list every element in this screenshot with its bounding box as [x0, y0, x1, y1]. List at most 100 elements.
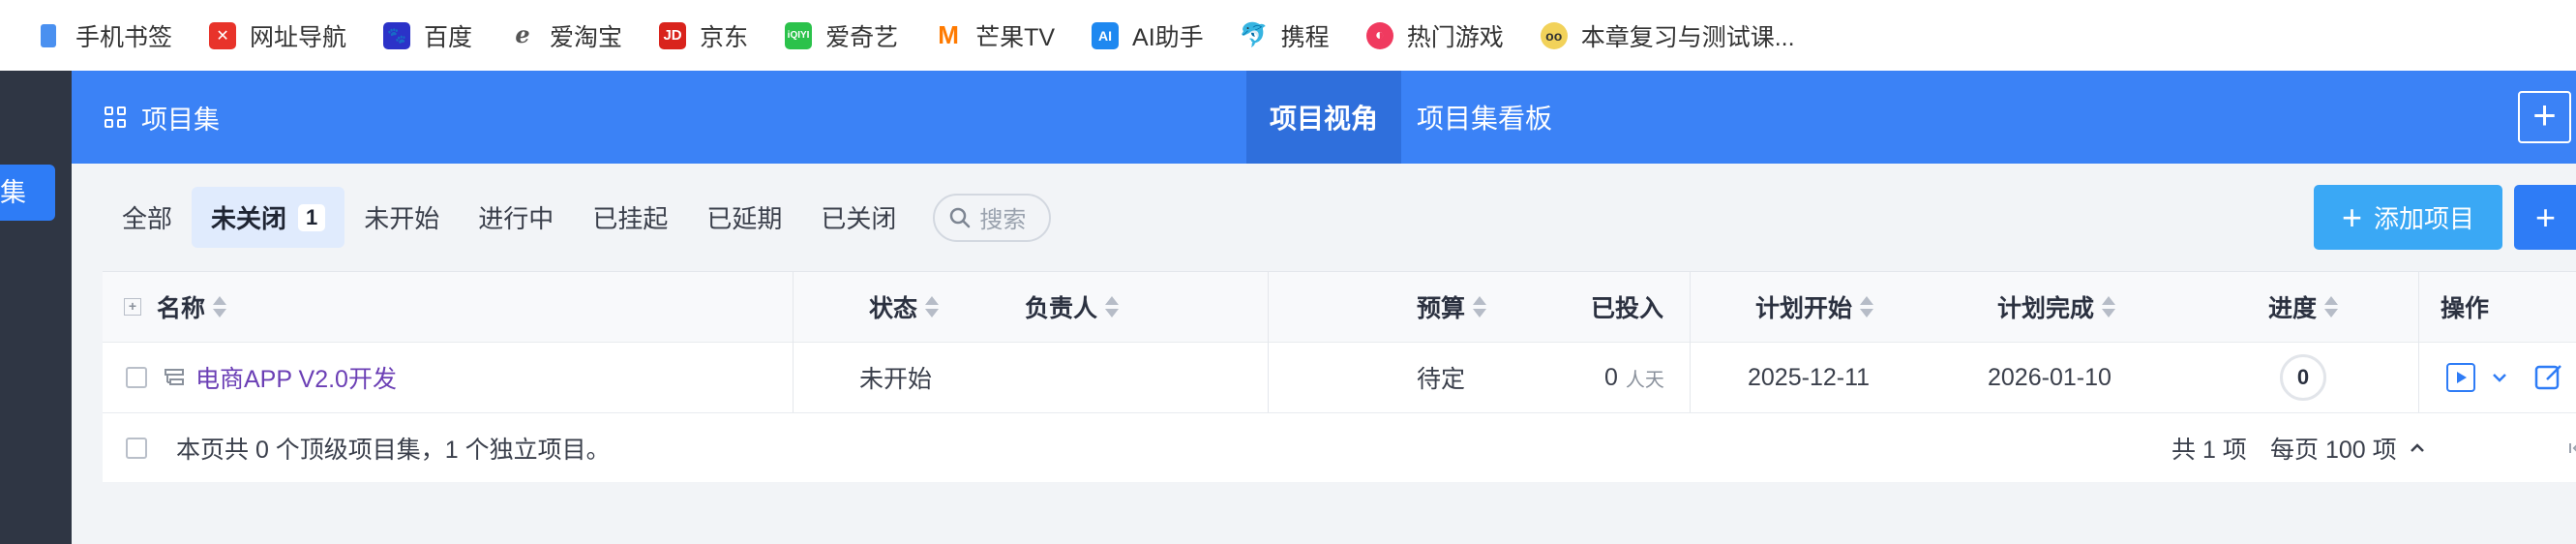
filter-all[interactable]: 全部 [103, 187, 192, 248]
bookmark-label: 携程 [1280, 23, 1330, 51]
bookmark-baidu[interactable]: 🐾 百度 [383, 0, 472, 71]
bookmark-mobile[interactable]: 手机书签 [35, 0, 172, 71]
progress-circle: 0 [2280, 354, 2326, 401]
bookmark-course[interactable]: oo 本章复习与测试课... [1540, 0, 1795, 71]
edit-button[interactable] [2533, 343, 2564, 412]
column-ops: 操作 [2441, 272, 2489, 342]
table-footer: 本页共 0 个顶级项目集，1 个独立项目。 共 1 项 每页 100 项 1 [103, 413, 2576, 483]
bookmark-mango[interactable]: M 芒果TV [935, 0, 1055, 71]
invested-value: 0 [1604, 363, 1618, 391]
bookmark-ai[interactable]: AI AI助手 [1092, 0, 1204, 71]
more-actions-dropdown[interactable] [2491, 343, 2508, 412]
sort-icon [1473, 295, 1487, 318]
header-label: 计划开始 [1755, 295, 1853, 322]
taobao-icon: ℯ [509, 21, 537, 49]
filter-label: 已关闭 [821, 204, 897, 233]
ai-assistant-icon: AI [1092, 21, 1120, 49]
filter-label: 全部 [122, 204, 173, 233]
filter-suspended[interactable]: 已挂起 [573, 187, 687, 248]
filter-unclosed[interactable]: 未关闭 1 [192, 187, 345, 248]
header-label: 已投入 [1591, 295, 1664, 322]
column-budget[interactable]: 预算 [1417, 272, 1487, 342]
project-plan-end: 2026-01-10 [1988, 363, 2112, 391]
page-title-label: 项目集 [141, 105, 220, 135]
plus-icon: + [2341, 196, 2362, 237]
filter-tabs: 全部 未关闭 1 未开始 进行中 已挂起 已延期 已关闭 搜索 [103, 187, 1052, 248]
project-invested: 0 人天 [1604, 343, 1664, 412]
search-icon [950, 207, 971, 227]
count-badge: 1 [298, 203, 326, 231]
sort-icon [2324, 295, 2339, 318]
select-all-checkbox[interactable] [126, 413, 147, 483]
sort-icon [925, 295, 940, 318]
column-plan-start[interactable]: 计划开始 [1755, 272, 1874, 342]
bookmark-label: 爱淘宝 [550, 23, 623, 51]
bookmark-games[interactable]: ◐ 热门游戏 [1365, 0, 1504, 71]
bookmark-label: 爱奇艺 [825, 23, 899, 51]
add-project-button[interactable]: + 添加项目 [2314, 185, 2502, 250]
bookmark-label: 芒果TV [975, 23, 1056, 51]
owl-icon: oo [1540, 21, 1568, 49]
filter-closed[interactable]: 已关闭 [801, 187, 915, 248]
nav-icon: ✕ [209, 21, 237, 49]
column-status[interactable]: 状态 [869, 272, 940, 342]
column-owner[interactable]: 负责人 [1025, 272, 1120, 342]
header-label: 负责人 [1025, 295, 1098, 322]
header-label: 名称 [157, 295, 206, 322]
project-plan-start: 2025-12-11 [1748, 363, 1871, 391]
page-title[interactable]: 项目集 [105, 71, 220, 164]
filter-delayed[interactable]: 已延期 [687, 187, 801, 248]
bookmark-jd[interactable]: JD 京东 [659, 0, 748, 71]
progress-indicator: 0 [2280, 343, 2326, 412]
tab-program-board[interactable]: 项目集看板 [1401, 71, 1568, 164]
sidebar: 集 [0, 71, 72, 544]
filter-in-progress[interactable]: 进行中 [459, 187, 573, 248]
bookmark-iqiyi[interactable]: iQIYI 爱奇艺 [785, 0, 898, 71]
column-invested: 已投入 [1591, 272, 1663, 342]
tab-project-view[interactable]: 项目视角 [1246, 71, 1401, 164]
iqiyi-icon: iQIYI [785, 21, 813, 49]
project-status: 未开始 [859, 366, 933, 393]
table-row[interactable]: 电商APP V2.0开发 未开始 待定 0 人天 2025-12-11 2026… [103, 343, 2576, 413]
tab-label: 项目集看板 [1416, 104, 1552, 134]
jd-icon: JD [659, 21, 687, 49]
bookmark-ctrip[interactable]: 🐬 携程 [1239, 0, 1330, 71]
first-page-button[interactable] [2566, 413, 2576, 483]
checkbox-icon [126, 367, 147, 388]
project-table: + 名称 状态 负责人 预算 已投入 计划开始 计划完成 进度 操作 电商APP… [103, 271, 2576, 482]
bookmark-label: 网址导航 [250, 23, 347, 51]
search-input[interactable]: 搜索 [933, 193, 1052, 242]
expand-all-icon[interactable]: + [124, 272, 141, 342]
project-name-link[interactable]: 电商APP V2.0开发 [195, 343, 397, 412]
filter-label: 未关闭 [211, 204, 287, 233]
bookmark-nav[interactable]: ✕ 网址导航 [209, 0, 346, 71]
ctrip-icon: 🐬 [1239, 21, 1269, 49]
bookmark-label: 百度 [424, 23, 473, 51]
play-icon [2446, 363, 2475, 392]
header-label: 计划完成 [1997, 295, 2095, 322]
page-summary: 本页共 0 个顶级项目集，1 个独立项目。 [176, 437, 611, 464]
game-icon: ◐ [1365, 21, 1393, 49]
column-progress[interactable]: 进度 [2268, 272, 2339, 342]
top-navigation: 项目集 项目视角 项目集看板 + [72, 71, 2576, 164]
bookmark-label: AI助手 [1132, 23, 1204, 51]
filter-label: 未开始 [364, 204, 440, 233]
row-checkbox[interactable] [126, 343, 147, 412]
bookmark-label: 本章复习与测试课... [1580, 23, 1795, 51]
header-label: 操作 [2441, 295, 2490, 322]
create-more-button[interactable]: + [2514, 185, 2576, 250]
table-header: + 名称 状态 负责人 预算 已投入 计划开始 计划完成 进度 操作 [103, 272, 2576, 343]
bookmark-taobao[interactable]: ℯ 爱淘宝 [509, 0, 622, 71]
start-project-button[interactable] [2446, 343, 2475, 412]
bookmark-label: 热门游戏 [1406, 23, 1504, 51]
mango-icon: M [935, 20, 963, 49]
column-name[interactable]: 名称 [157, 272, 227, 342]
create-button[interactable]: + [2518, 91, 2571, 143]
phone-icon [35, 21, 62, 49]
sidebar-item-active[interactable]: 集 [0, 165, 55, 221]
invested-unit: 人天 [1625, 369, 1664, 391]
per-page-select[interactable]: 每页 100 项 [2270, 413, 2426, 483]
filter-not-started[interactable]: 未开始 [344, 187, 459, 248]
column-plan-end[interactable]: 计划完成 [1997, 272, 2116, 342]
filter-label: 已延期 [706, 204, 783, 233]
